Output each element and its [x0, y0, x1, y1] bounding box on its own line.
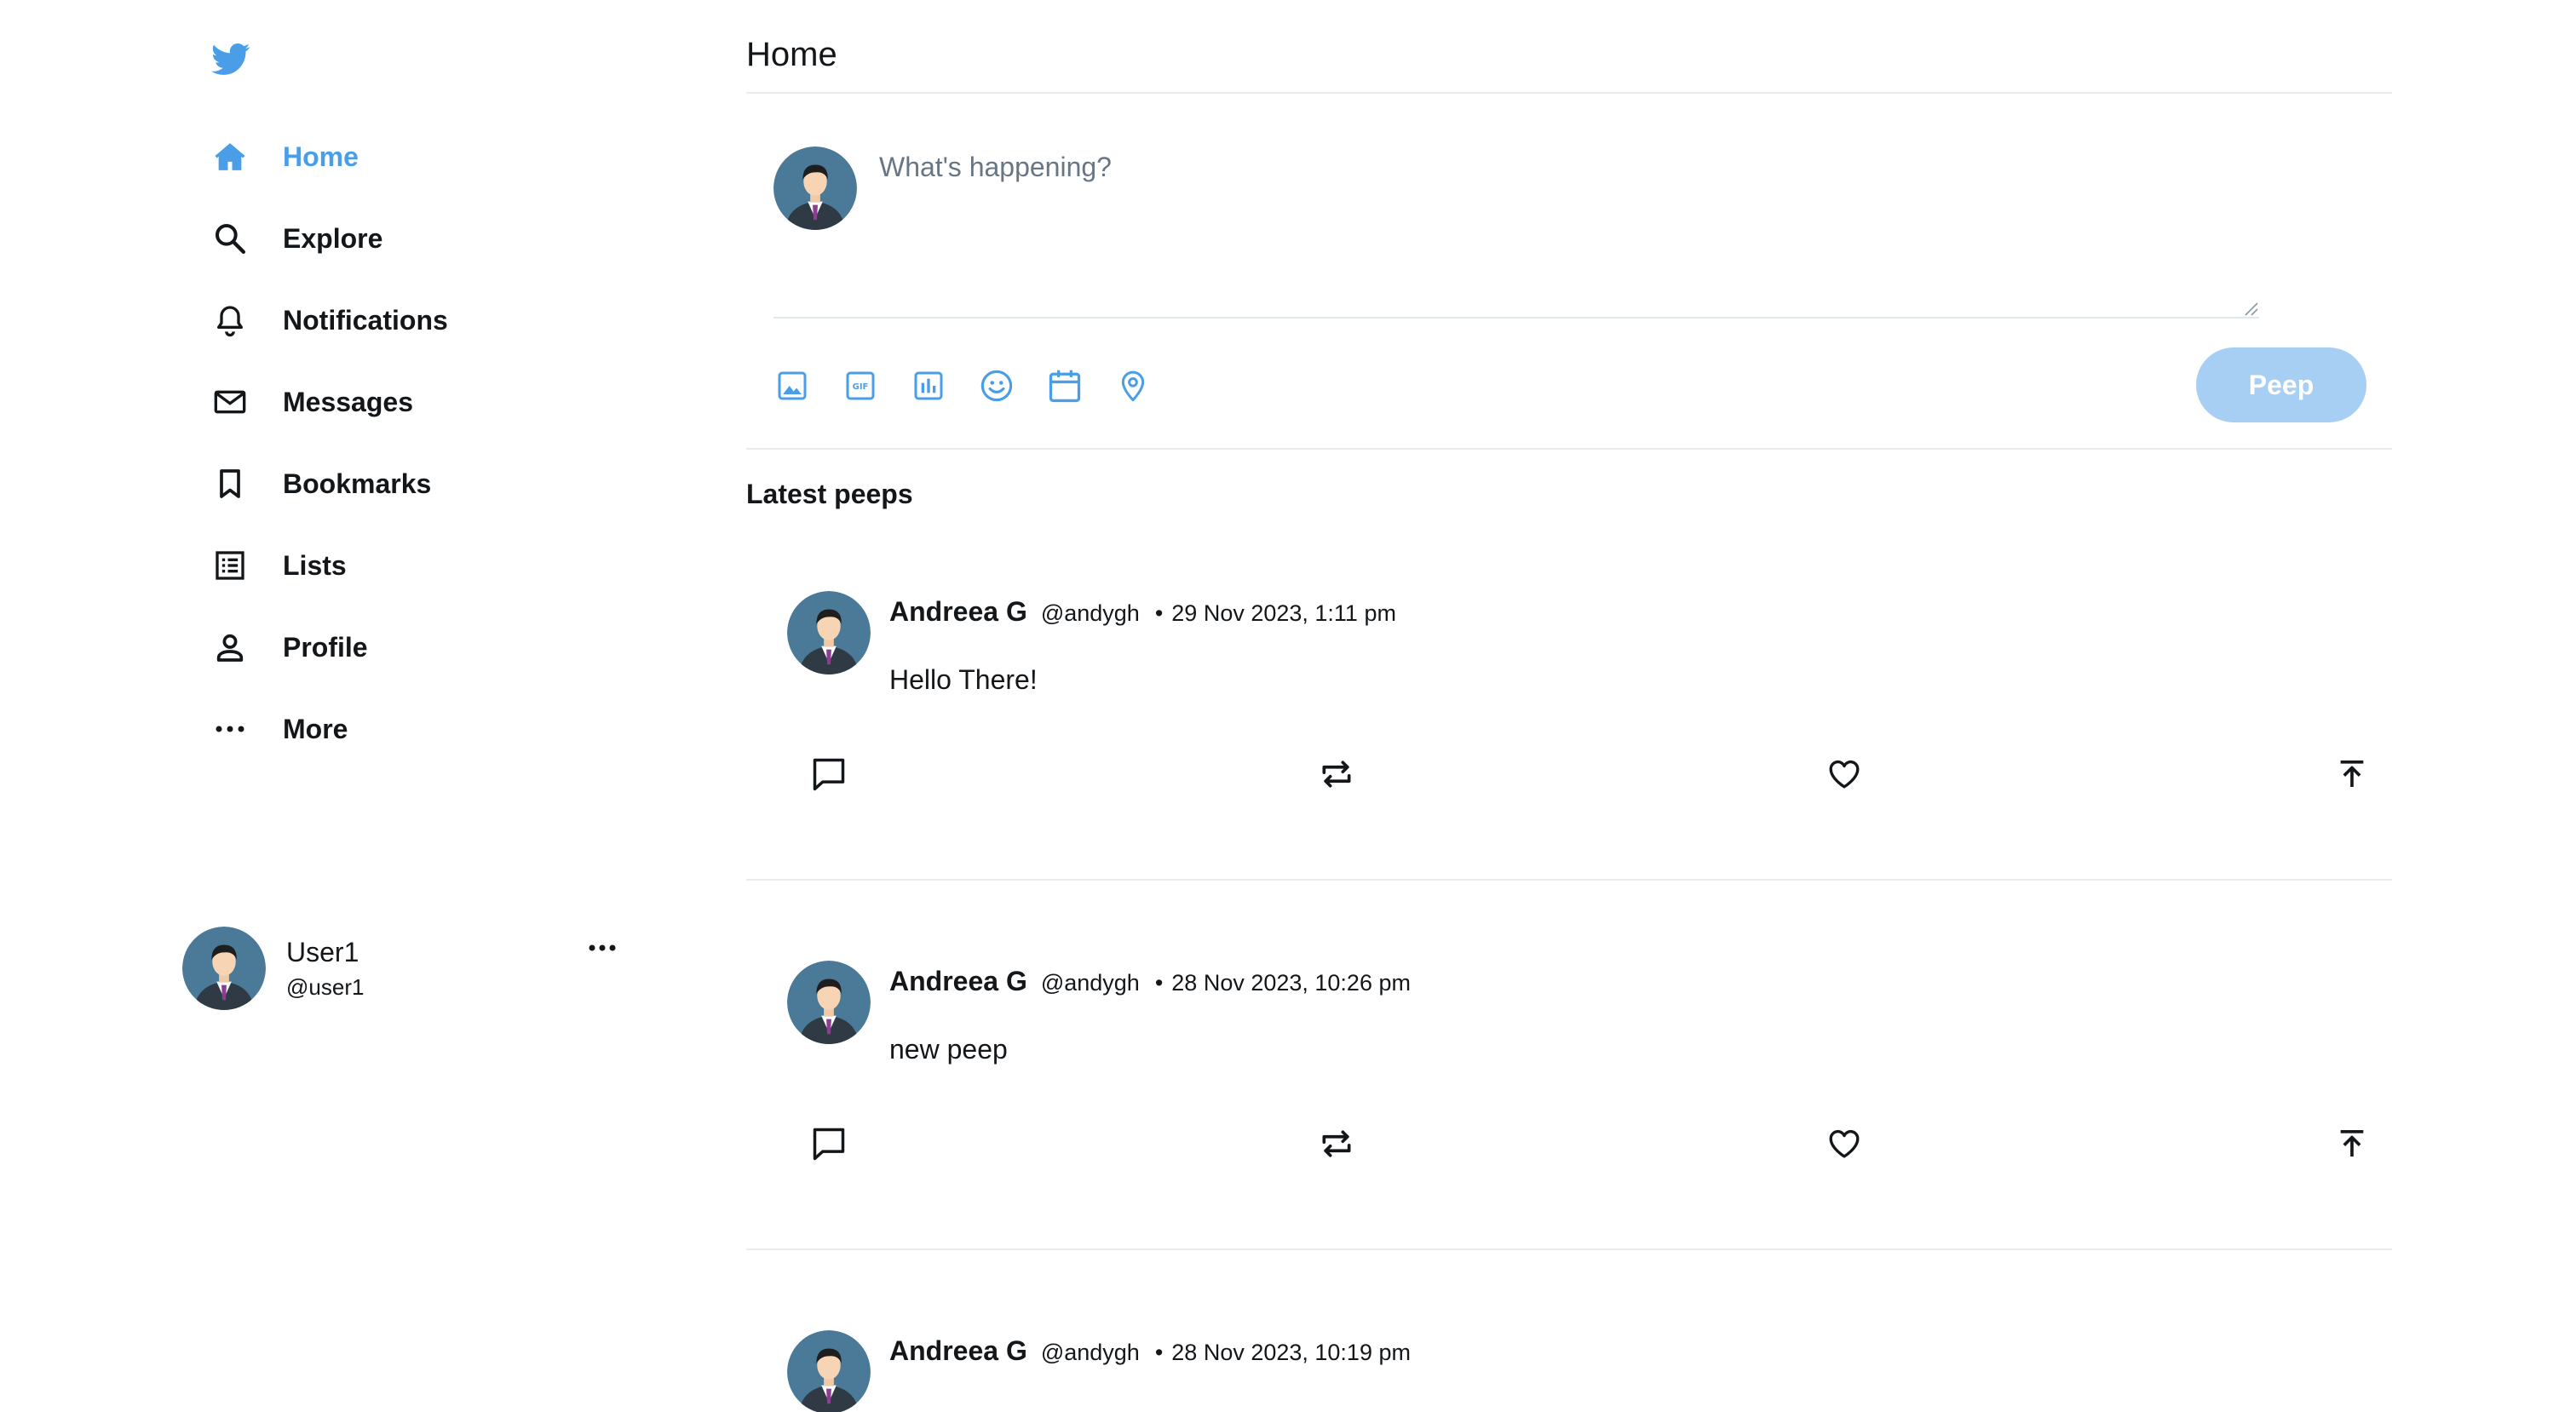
- peep-author-name[interactable]: Andreea G: [889, 1335, 1027, 1367]
- sidebar-item-explore[interactable]: Explore: [211, 213, 382, 264]
- emoji-icon[interactable]: [978, 364, 1015, 407]
- more-dots-icon[interactable]: [583, 937, 622, 959]
- image-icon[interactable]: [773, 364, 811, 407]
- sidebar-item-messages[interactable]: Messages: [211, 376, 413, 428]
- peep-header: Andreea G @andygh • 29 Nov 2023, 1:11 pm: [889, 596, 1396, 628]
- avatar[interactable]: [787, 591, 871, 674]
- svg-text:GIF: GIF: [853, 382, 869, 392]
- peep-item: Andreea G @andygh • 28 Nov 2023, 10:26 p…: [746, 961, 2392, 1248]
- peep-author-handle[interactable]: @andygh: [1041, 970, 1140, 996]
- app-window: Home Explore Notifications Messages Book…: [0, 0, 2576, 1412]
- bell-icon: [211, 301, 249, 339]
- bird-icon[interactable]: [211, 43, 250, 77]
- peep-author-handle[interactable]: @andygh: [1041, 600, 1140, 627]
- page-title: Home: [746, 36, 837, 73]
- peep-timestamp: 28 Nov 2023, 10:19 pm: [1171, 1340, 1411, 1365]
- peep-separator: •: [1154, 600, 1164, 626]
- feed-title: Latest peeps: [746, 479, 913, 509]
- schedule-icon[interactable]: [1046, 364, 1084, 407]
- reply-icon[interactable]: [808, 753, 850, 795]
- list-icon: [211, 547, 249, 584]
- poll-icon[interactable]: [910, 364, 947, 407]
- compose-input[interactable]: [879, 152, 2256, 313]
- more-dots-icon: [211, 710, 249, 748]
- home-icon: [211, 138, 249, 175]
- peep-author-handle[interactable]: @andygh: [1041, 1340, 1140, 1366]
- share-icon[interactable]: [2331, 1122, 2373, 1165]
- peep-item: Andreea G @andygh • 29 Nov 2023, 1:11 pm…: [746, 591, 2392, 879]
- repost-icon[interactable]: [1315, 753, 1358, 795]
- peep-separator: •: [1154, 1340, 1164, 1365]
- person-icon: [211, 629, 249, 666]
- peep-header: Andreea G @andygh • 28 Nov 2023, 10:19 p…: [889, 1335, 1411, 1367]
- avatar[interactable]: [787, 961, 871, 1044]
- compose-toolbar: GIF: [773, 364, 1152, 407]
- peep-text: Hello There!: [889, 664, 1038, 695]
- repost-icon[interactable]: [1315, 1122, 1358, 1165]
- sidebar-item-label: Messages: [283, 386, 413, 417]
- share-icon[interactable]: [2331, 753, 2373, 795]
- header-divider: [746, 92, 2392, 94]
- sidebar-item-notifications[interactable]: Notifications: [211, 295, 448, 346]
- sidebar-item-lists[interactable]: Lists: [211, 540, 347, 591]
- gif-icon[interactable]: GIF: [842, 364, 879, 407]
- sidebar-item-label: Home: [283, 141, 359, 172]
- like-icon[interactable]: [1823, 753, 1866, 795]
- account-handle: @user1: [286, 974, 365, 1000]
- account-switcher[interactable]: User1 @user1: [182, 925, 625, 1010]
- location-icon[interactable]: [1114, 364, 1152, 407]
- resize-grip-icon[interactable]: [2242, 300, 2259, 317]
- peep-timestamp: 28 Nov 2023, 10:26 pm: [1171, 970, 1411, 996]
- avatar: [182, 927, 266, 1010]
- sidebar-item-label: Profile: [283, 631, 368, 663]
- sidebar-item-home[interactable]: Home: [211, 131, 359, 182]
- peep-author-name[interactable]: Andreea G: [889, 596, 1027, 628]
- avatar: [773, 146, 857, 230]
- compose-divider: [746, 448, 2392, 450]
- sidebar-item-more[interactable]: More: [211, 703, 348, 755]
- avatar[interactable]: [787, 1330, 871, 1412]
- like-icon[interactable]: [1823, 1122, 1866, 1165]
- peep-author-name[interactable]: Andreea G: [889, 966, 1027, 997]
- peep-divider: [746, 879, 2392, 881]
- sidebar-item-profile[interactable]: Profile: [211, 622, 368, 673]
- sidebar-item-label: Notifications: [283, 304, 448, 336]
- search-icon: [211, 220, 249, 257]
- peep-button[interactable]: Peep: [2196, 347, 2366, 422]
- bookmark-icon: [211, 465, 249, 502]
- sidebar-item-bookmarks[interactable]: Bookmarks: [211, 458, 431, 509]
- peep-header: Andreea G @andygh • 28 Nov 2023, 10:26 p…: [889, 966, 1411, 997]
- peep-separator: •: [1154, 970, 1164, 996]
- peep-item: Andreea G @andygh • 28 Nov 2023, 10:19 p…: [746, 1330, 2392, 1412]
- envelope-icon: [211, 383, 249, 421]
- peep-divider: [746, 1248, 2392, 1250]
- reply-icon[interactable]: [808, 1122, 850, 1165]
- compose-underline: [773, 317, 2259, 319]
- peep-text: new peep: [889, 1034, 1008, 1065]
- sidebar-item-label: Lists: [283, 549, 347, 581]
- account-name: User1: [286, 937, 359, 967]
- sidebar-item-label: Bookmarks: [283, 468, 432, 499]
- sidebar-item-label: Explore: [283, 222, 383, 254]
- sidebar-item-label: More: [283, 713, 348, 744]
- peep-timestamp: 29 Nov 2023, 1:11 pm: [1171, 600, 1396, 626]
